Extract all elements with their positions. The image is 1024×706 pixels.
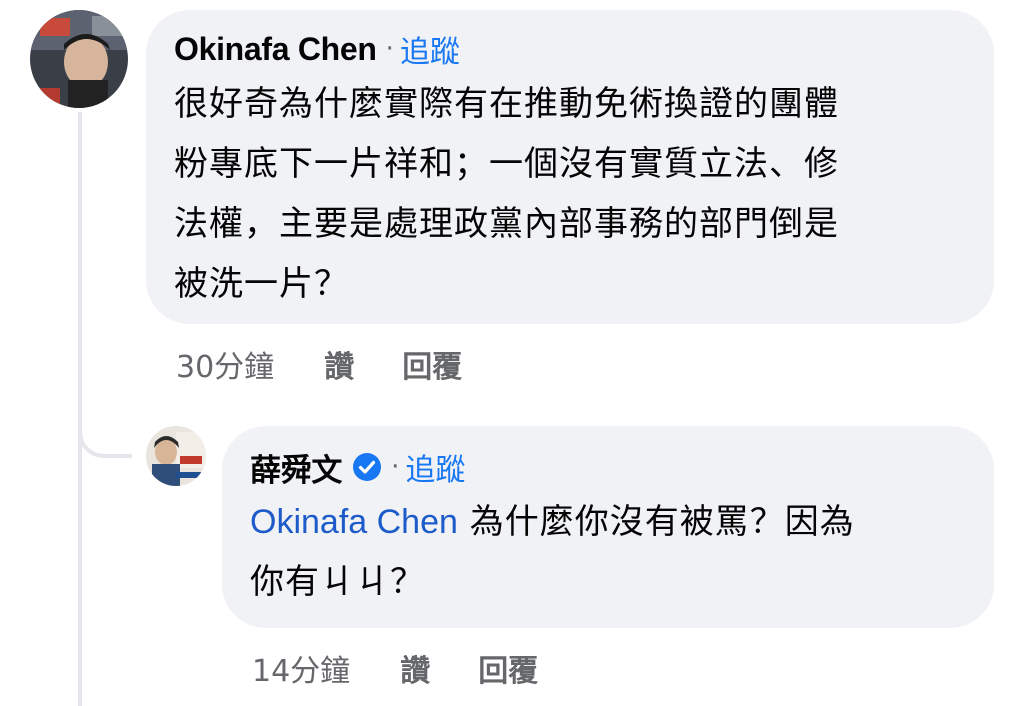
comment-body-line: 很好奇為什麼實際有在推動免術換證的團體 — [174, 84, 839, 124]
reply-header: 薛舜文 · 追蹤 — [250, 445, 964, 489]
comment-body-line: 粉專底下一片祥和；一個沒有實質立法、修 — [174, 144, 839, 184]
comment-bubble: Okinafa Chen · 追蹤 很好奇為什麼實際有在推動免術換證的團體 粉專… — [146, 10, 994, 324]
separator-dot: · — [385, 34, 394, 64]
commenter-avatar[interactable] — [30, 10, 128, 108]
replier-name[interactable]: 薛舜文 — [250, 445, 342, 490]
comment-body: 很好奇為什麼實際有在推動免術換證的團體 粉專底下一片祥和；一個沒有實質立法、修 … — [174, 74, 964, 314]
comment-timestamp[interactable]: 30分鐘 — [176, 342, 274, 386]
reply-actions: 14分鐘 讚 回覆 — [252, 646, 538, 690]
mention-link[interactable]: Okinafa Chen — [250, 503, 458, 541]
follow-button[interactable]: 追蹤 — [400, 27, 460, 71]
commenter-name[interactable]: Okinafa Chen — [174, 31, 377, 68]
thread-connector-line — [78, 112, 82, 706]
separator-dot: · — [391, 452, 400, 482]
like-button[interactable]: 讚 — [400, 646, 430, 690]
thread-reply-connector — [78, 410, 132, 458]
reply-button[interactable]: 回覆 — [402, 342, 462, 386]
reply-timestamp[interactable]: 14分鐘 — [252, 646, 350, 690]
like-button[interactable]: 讚 — [324, 342, 354, 386]
comment-body-line: 被洗一片？ — [174, 264, 349, 304]
reply-bubble: 薛舜文 · 追蹤 Okinafa Chen 為什麼你沒有被罵？因為 你有ㄐㄐ？ — [222, 426, 994, 628]
verified-badge-icon — [352, 452, 382, 482]
reply-body-text: 為什麼你沒有被罵？因為 — [457, 502, 855, 542]
reply-body-line: 你有ㄐㄐ？ — [250, 562, 425, 602]
reply-body: Okinafa Chen 為什麼你沒有被罵？因為 你有ㄐㄐ？ — [250, 492, 964, 612]
reply-body-line: Okinafa Chen 為什麼你沒有被罵？因為 — [250, 492, 964, 552]
comment-body-line: 法權，主要是處理政黨內部事務的部門倒是 — [174, 204, 839, 244]
follow-button[interactable]: 追蹤 — [405, 445, 465, 489]
reply-button[interactable]: 回覆 — [478, 646, 538, 690]
comment-actions: 30分鐘 讚 回覆 — [176, 342, 462, 386]
comment-header: Okinafa Chen · 追蹤 — [174, 27, 964, 71]
comment-thread: Okinafa Chen · 追蹤 很好奇為什麼實際有在推動免術換證的團體 粉專… — [0, 0, 1024, 706]
replier-avatar[interactable] — [146, 426, 206, 486]
